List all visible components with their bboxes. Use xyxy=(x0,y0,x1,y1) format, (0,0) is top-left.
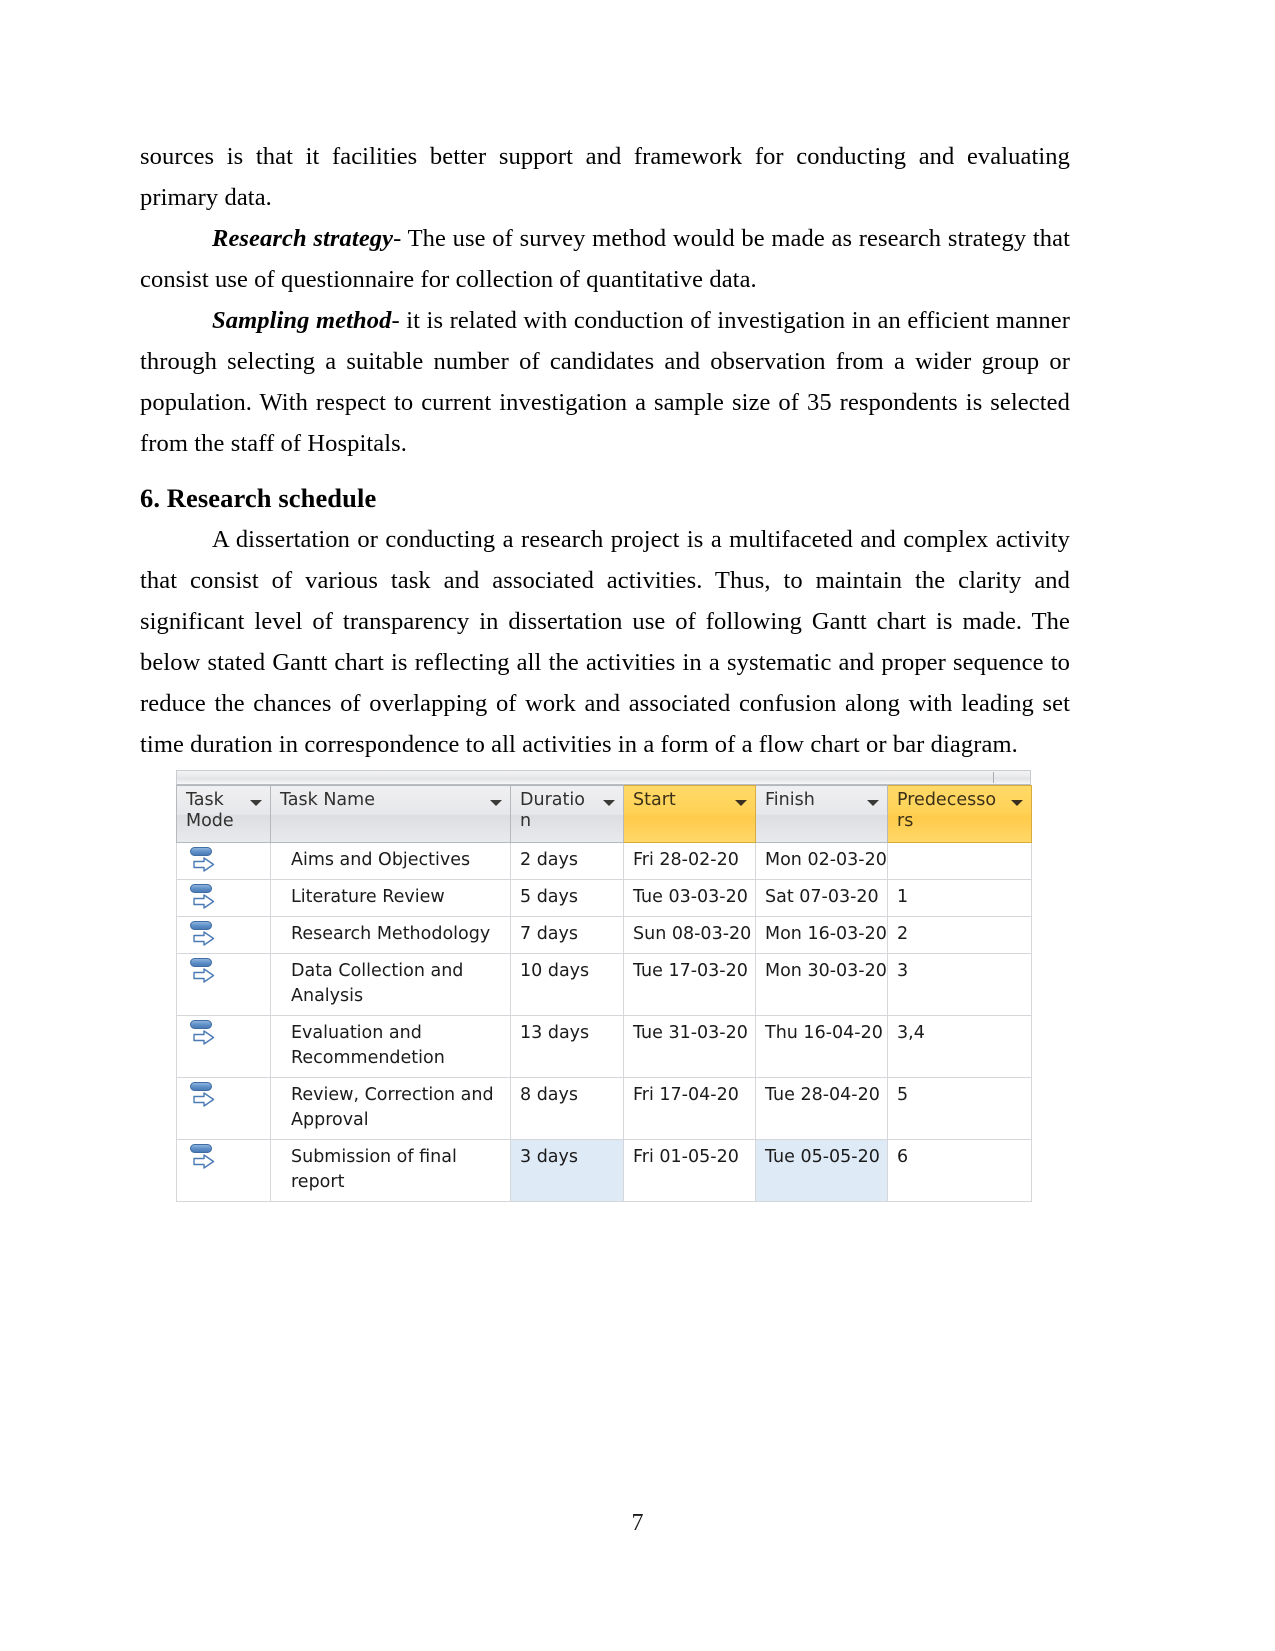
cell-task-name[interactable]: Evaluation and Recommendetion xyxy=(270,1015,511,1078)
cell-predecessors[interactable]: 6 xyxy=(887,1139,1032,1202)
cell-task-name[interactable]: Data Collection and Analysis xyxy=(270,953,511,1016)
auto-scheduled-icon xyxy=(189,882,219,912)
column-header-duration-label: Duration xyxy=(520,790,585,831)
cell-start[interactable]: Fri 17-04-20 xyxy=(623,1077,756,1140)
cell-finish[interactable]: Sat 07-03-20 xyxy=(755,879,888,917)
document-page: sources is that it facilities better sup… xyxy=(0,0,1275,1651)
project-task-table: Task Mode Task Name Duration Start Finis… xyxy=(176,785,1032,1202)
cell-task-mode[interactable] xyxy=(176,916,271,954)
cell-start[interactable]: Fri 01-05-20 xyxy=(623,1139,756,1202)
cell-finish[interactable]: Mon 16-03-20 xyxy=(755,916,888,954)
cell-task-name[interactable]: Research Methodology xyxy=(270,916,511,954)
cell-task-mode[interactable] xyxy=(176,1015,271,1078)
paragraph-research-schedule: A dissertation or conducting a research … xyxy=(140,526,1070,758)
table-row[interactable]: Literature Review 5 days Tue 03-03-20 Sa… xyxy=(176,879,1032,917)
filter-chevron-down-icon[interactable] xyxy=(867,800,879,806)
cell-predecessors[interactable]: 3,4 xyxy=(887,1015,1032,1078)
cell-predecessors[interactable]: 5 xyxy=(887,1077,1032,1140)
cell-predecessors[interactable]: 1 xyxy=(887,879,1032,917)
cell-finish[interactable]: Mon 30-03-20 xyxy=(755,953,888,1016)
table-row[interactable]: Data Collection and Analysis 10 days Tue… xyxy=(176,953,1032,1016)
cell-task-mode[interactable] xyxy=(176,1139,271,1202)
column-header-start-label: Start xyxy=(633,790,676,810)
cell-duration[interactable]: 10 days xyxy=(510,953,624,1016)
filter-chevron-down-icon[interactable] xyxy=(250,800,262,806)
column-header-finish-label: Finish xyxy=(765,790,815,810)
cell-task-name[interactable]: Submission of final report xyxy=(270,1139,511,1202)
auto-scheduled-icon xyxy=(189,845,219,875)
column-header-duration[interactable]: Duration xyxy=(510,785,624,843)
column-header-task-mode-label: Task Mode xyxy=(186,790,234,831)
cell-start[interactable]: Sun 08-03-20 xyxy=(623,916,756,954)
auto-scheduled-icon xyxy=(189,919,219,949)
column-header-task-name[interactable]: Task Name xyxy=(270,785,511,843)
column-header-start[interactable]: Start xyxy=(623,785,756,843)
cell-duration[interactable]: 8 days xyxy=(510,1077,624,1140)
filter-chevron-down-icon[interactable] xyxy=(735,800,747,806)
column-header-task-mode[interactable]: Task Mode xyxy=(176,785,271,843)
column-header-predecessors[interactable]: Predecessors xyxy=(887,785,1032,843)
column-header-predecessors-label: Predecessors xyxy=(897,790,997,831)
cell-finish[interactable]: Tue 28-04-20 xyxy=(755,1077,888,1140)
cell-predecessors[interactable]: 2 xyxy=(887,916,1032,954)
cell-start[interactable]: Tue 03-03-20 xyxy=(623,879,756,917)
cell-duration[interactable]: 3 days xyxy=(510,1139,624,1202)
cell-start[interactable]: Tue 17-03-20 xyxy=(623,953,756,1016)
auto-scheduled-icon xyxy=(189,1080,219,1110)
auto-scheduled-icon xyxy=(189,1018,219,1048)
filter-chevron-down-icon[interactable] xyxy=(490,800,502,806)
cell-task-mode[interactable] xyxy=(176,879,271,917)
filter-chevron-down-icon[interactable] xyxy=(603,800,615,806)
section-heading-research-schedule: 6. Research schedule xyxy=(140,483,377,513)
paragraph-sources: sources is that it facilities better sup… xyxy=(140,143,1070,211)
cell-task-mode[interactable] xyxy=(176,1077,271,1140)
column-header-finish[interactable]: Finish xyxy=(755,785,888,843)
cell-duration[interactable]: 5 days xyxy=(510,879,624,917)
document-body: sources is that it facilities better sup… xyxy=(140,136,1070,765)
table-row[interactable]: Evaluation and Recommendetion 13 days Tu… xyxy=(176,1015,1032,1078)
table-splitter-bar[interactable] xyxy=(176,770,1031,785)
cell-start[interactable]: Fri 28-02-20 xyxy=(623,842,756,880)
table-row[interactable]: Submission of final report 3 days Fri 01… xyxy=(176,1139,1032,1202)
cell-finish[interactable]: Mon 02-03-20 xyxy=(755,842,888,880)
column-header-task-name-label: Task Name xyxy=(280,790,375,810)
project-task-table-body: Aims and Objectives 2 days Fri 28-02-20 … xyxy=(176,842,1032,1202)
paragraph-sampling-method: Sampling method- it is related with cond… xyxy=(140,300,1070,464)
cell-predecessors[interactable]: 3 xyxy=(887,953,1032,1016)
page-number: 7 xyxy=(631,1510,644,1536)
table-row[interactable]: Review, Correction and Approval 8 days F… xyxy=(176,1077,1032,1140)
table-row[interactable]: Research Methodology 7 days Sun 08-03-20… xyxy=(176,916,1032,954)
cell-predecessors[interactable] xyxy=(887,842,1032,880)
cell-start[interactable]: Tue 31-03-20 xyxy=(623,1015,756,1078)
cell-duration[interactable]: 7 days xyxy=(510,916,624,954)
cell-duration[interactable]: 2 days xyxy=(510,842,624,880)
table-header-row: Task Mode Task Name Duration Start Finis… xyxy=(176,785,1032,843)
sampling-method-label: Sampling method xyxy=(212,307,392,334)
cell-duration[interactable]: 13 days xyxy=(510,1015,624,1078)
paragraph-research-strategy: Research strategy- The use of survey met… xyxy=(140,218,1070,300)
cell-task-mode[interactable] xyxy=(176,953,271,1016)
cell-task-name[interactable]: Literature Review xyxy=(270,879,511,917)
research-strategy-label: Research strategy xyxy=(212,225,394,252)
cell-task-name[interactable]: Review, Correction and Approval xyxy=(270,1077,511,1140)
table-row[interactable]: Aims and Objectives 2 days Fri 28-02-20 … xyxy=(176,842,1032,880)
cell-finish[interactable]: Tue 05-05-20 xyxy=(755,1139,888,1202)
gantt-chart-table-image: Task Mode Task Name Duration Start Finis… xyxy=(176,770,1032,1202)
cell-task-mode[interactable] xyxy=(176,842,271,880)
cell-task-name[interactable]: Aims and Objectives xyxy=(270,842,511,880)
filter-chevron-down-icon[interactable] xyxy=(1011,800,1023,806)
auto-scheduled-icon xyxy=(189,956,219,986)
auto-scheduled-icon xyxy=(189,1142,219,1172)
cell-finish[interactable]: Thu 16-04-20 xyxy=(755,1015,888,1078)
